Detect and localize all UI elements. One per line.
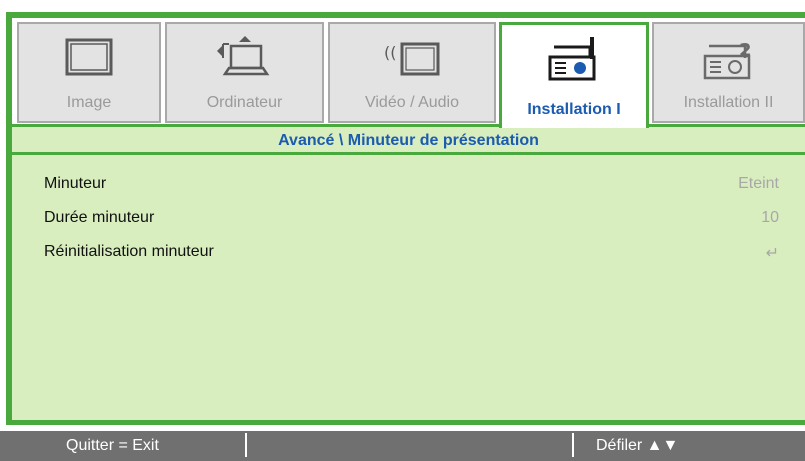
setting-label: Réinitialisation minuteur (44, 243, 214, 260)
svg-text:((: (( (384, 43, 396, 62)
enter-icon: ↵ (765, 245, 779, 262)
monitor-icon (59, 34, 119, 84)
scroll-hint: Défiler ▲▼ (596, 437, 679, 454)
setting-value: 10 (761, 209, 779, 226)
setting-label: Durée minuteur (44, 209, 155, 226)
tab-label: Ordinateur (206, 94, 283, 111)
breadcrumb-bar: Avancé \ Minuteur de présentation (12, 124, 805, 155)
breadcrumb: Avancé \ Minuteur de présentation (278, 132, 539, 149)
exit-hint: Quitter = Exit (66, 437, 159, 454)
setting-row-reinitialisation[interactable]: Réinitialisation minuteur ↵ (44, 243, 779, 269)
tab-label: Image (66, 94, 112, 111)
tab-label: Installation I (527, 101, 621, 118)
setting-label: Minuteur (44, 175, 107, 192)
projector-icon (544, 35, 604, 85)
svg-text:2: 2 (739, 40, 752, 61)
tab-installation-2[interactable]: 2 Installation II (652, 22, 805, 123)
tab-installation-1[interactable]: Installation I (499, 22, 649, 128)
tab-image[interactable]: Image (17, 22, 161, 123)
setting-row-minuteur[interactable]: Minuteur Eteint (44, 175, 779, 201)
setting-row-duree-minuteur[interactable]: Durée minuteur 10 (44, 209, 779, 235)
projector-2-icon: 2 (699, 34, 759, 84)
tab-ordinateur[interactable]: Ordinateur (165, 22, 324, 123)
tab-video-audio[interactable]: (( Vidéo / Audio (328, 22, 496, 123)
footer-bar: Quitter = Exit Défiler ▲▼ (0, 431, 805, 461)
settings-panel (12, 124, 805, 420)
tab-label: Installation II (683, 94, 774, 111)
footer-divider (245, 433, 247, 457)
footer-divider (572, 433, 574, 457)
video-audio-icon: (( (382, 34, 442, 84)
osd-menu: Image Ordinateur (( Vidéo / Audio Instal… (0, 0, 805, 461)
setting-value: Eteint (738, 175, 779, 192)
tab-label: Vidéo / Audio (364, 94, 459, 111)
laptop-icon (215, 34, 275, 84)
